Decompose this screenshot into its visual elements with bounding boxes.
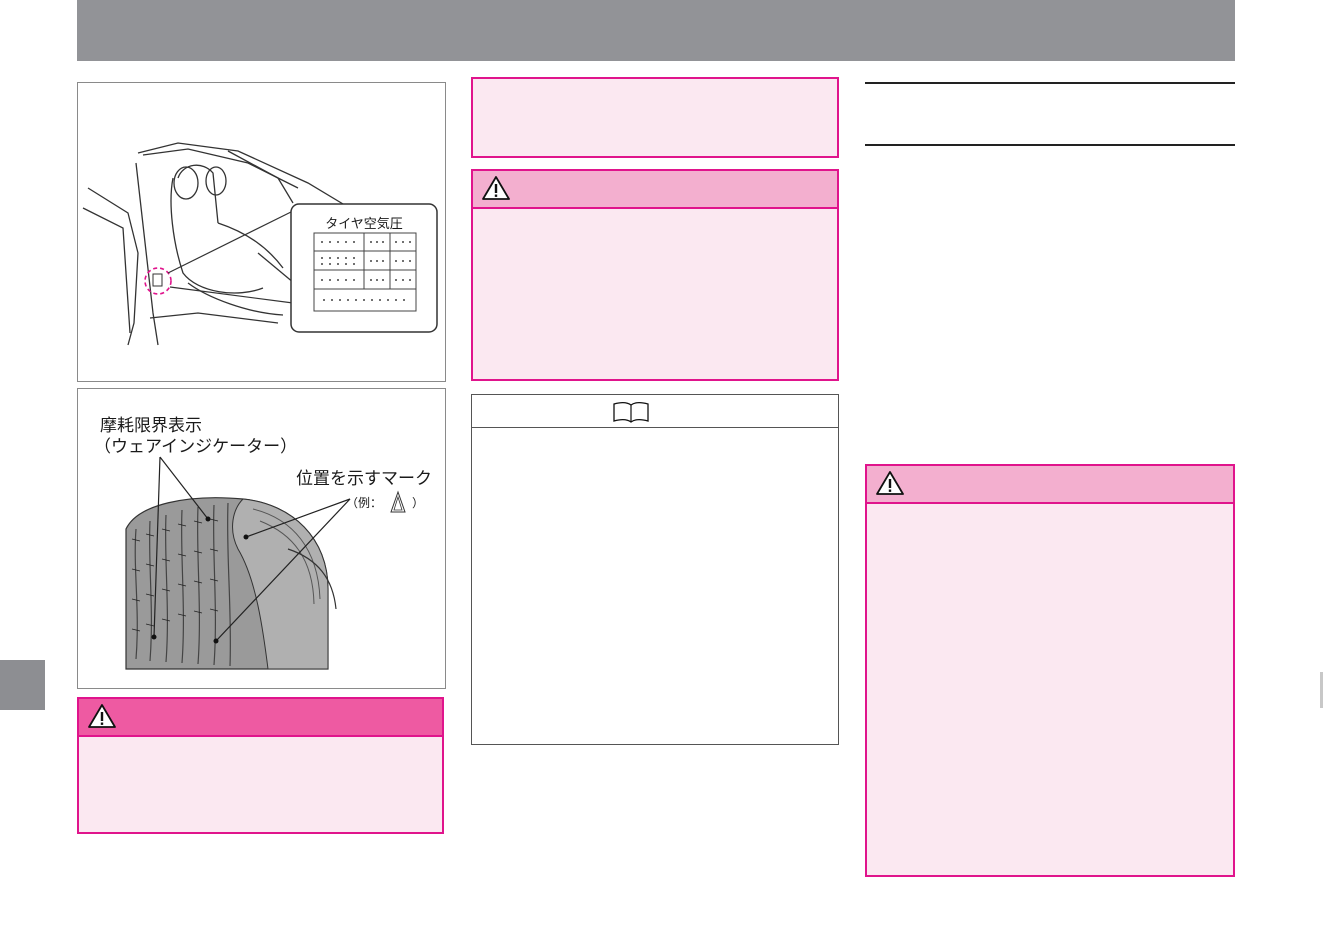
- triangle-mark-icon: [390, 490, 406, 513]
- section-rule-top: [865, 82, 1235, 84]
- open-book-icon: [613, 401, 649, 423]
- tire-wear-indicator-figure: 摩耗限界表示 （ウェアインジケーター） 位置を示すマーク （例： ）: [77, 388, 446, 689]
- memo-box: [471, 394, 839, 745]
- caution-box-right-header: [867, 466, 1233, 504]
- warning-box: [77, 697, 444, 834]
- door-pillar-illustration: タイヤ空気圧: [82, 142, 438, 346]
- chapter-tab: [0, 660, 45, 710]
- note-box-pink: [471, 77, 839, 158]
- wear-indicator-sublabel: （ウェアインジケーター）: [94, 437, 297, 457]
- caution-box-header: [473, 171, 837, 209]
- example-suffix: ）: [412, 496, 424, 510]
- position-mark-label: 位置を示すマーク: [296, 469, 432, 489]
- example-prefix: （例：: [346, 496, 382, 510]
- section-rule-bottom: [865, 144, 1235, 146]
- warning-box-header: [79, 699, 442, 737]
- wear-indicator-label: 摩耗限界表示: [100, 416, 202, 436]
- header-band: [77, 0, 1235, 61]
- warning-triangle-icon: [88, 704, 116, 728]
- caution-box-right: [865, 464, 1235, 877]
- memo-box-header: [472, 395, 838, 428]
- caution-box: [471, 169, 839, 381]
- callout-title: タイヤ空気圧: [325, 216, 403, 232]
- tire-illustration: 摩耗限界表示 （ウェアインジケーター） 位置を示すマーク （例： ）: [94, 416, 432, 670]
- warning-triangle-icon: [876, 471, 904, 495]
- warning-triangle-icon: [482, 176, 510, 200]
- tire-pressure-label-figure: タイヤ空気圧: [77, 82, 446, 382]
